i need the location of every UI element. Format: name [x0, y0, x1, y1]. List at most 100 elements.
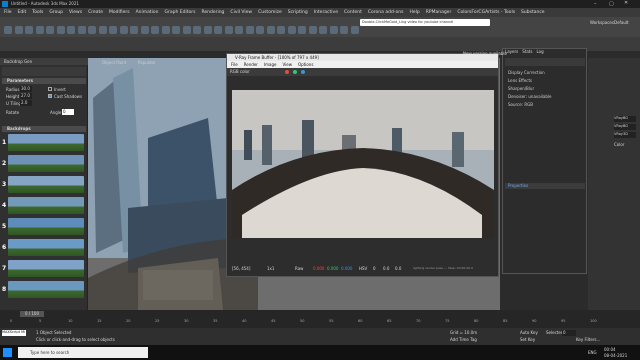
toolbar-button[interactable]: [182, 26, 191, 34]
red-channel-icon[interactable]: [285, 70, 289, 74]
maxscript-listener[interactable]: MAXScript Mi: [2, 330, 26, 336]
menu-item[interactable]: Create: [88, 10, 103, 15]
toolbar-button[interactable]: [56, 26, 65, 34]
backdrop-thumbnail[interactable]: [8, 134, 84, 151]
set-key-button[interactable]: Set Key: [520, 337, 535, 342]
menu-item[interactable]: Corona add-ons: [368, 10, 404, 15]
toolbar-button[interactable]: [298, 26, 306, 34]
menu-item[interactable]: Rendering: [201, 10, 224, 15]
toolbar-button[interactable]: [161, 26, 170, 34]
toolbar-button[interactable]: [256, 26, 264, 34]
close-button[interactable]: ✕: [624, 0, 634, 8]
toolbar-button[interactable]: [203, 26, 212, 34]
toolbar-button[interactable]: [193, 26, 201, 34]
height-field[interactable]: 27.0: [20, 93, 32, 99]
toolbar-button[interactable]: [119, 26, 128, 34]
toolbar-button[interactable]: [329, 26, 338, 34]
toolbar-button[interactable]: [277, 26, 285, 34]
toolbar-button[interactable]: [350, 26, 359, 34]
menu-item[interactable]: File: [4, 10, 12, 15]
cmd-field-3[interactable]: VRay3D: [614, 132, 636, 138]
menu-item[interactable]: Substance: [521, 10, 545, 15]
sample-mode[interactable]: 1x1: [267, 266, 274, 271]
frame-field[interactable]: 0: [562, 330, 576, 336]
auto-key-button[interactable]: Auto Key: [520, 330, 538, 335]
backdrops-header[interactable]: Backdrops: [2, 126, 86, 132]
layer-item[interactable]: Denoiser: unavailable: [505, 93, 585, 101]
backdrop-thumbnail[interactable]: [8, 218, 84, 235]
layer-item[interactable]: Lens Effects: [505, 77, 585, 85]
toolbar-button[interactable]: [35, 26, 44, 34]
key-filters-button[interactable]: Key Filters...: [576, 337, 600, 342]
cmd-field-1[interactable]: VRayBG: [614, 116, 636, 122]
toolbar-button[interactable]: [245, 26, 254, 34]
cast-shadows-checkbox[interactable]: [48, 94, 52, 98]
backdrop-thumbnail[interactable]: [8, 155, 84, 172]
toolbar-button[interactable]: [88, 26, 96, 34]
toolbar-button[interactable]: [67, 26, 75, 34]
clock-date[interactable]: 08-04-2021: [604, 353, 627, 358]
vfb-menu-item[interactable]: Image: [264, 61, 277, 68]
vfb-menu-item[interactable]: File: [231, 61, 238, 68]
toolbar-button[interactable]: [224, 26, 233, 34]
menu-item[interactable]: Views: [69, 10, 82, 15]
layer-tab[interactable]: Layers: [505, 49, 518, 56]
vfb-menu-item[interactable]: Render: [244, 61, 258, 68]
menu-item[interactable]: Graph Editors: [165, 10, 196, 15]
tiling-field[interactable]: 2.0: [20, 100, 32, 106]
toolbar-button[interactable]: [319, 26, 327, 34]
layer-item[interactable]: Display Correction: [505, 69, 585, 77]
menu-item[interactable]: RPManager: [426, 10, 452, 15]
time-slider[interactable]: 0 / 100: [20, 311, 44, 317]
toolbar-button[interactable]: [287, 26, 296, 34]
toolbar-button[interactable]: [235, 26, 243, 34]
parameters-header[interactable]: Parameters: [2, 78, 86, 84]
menu-item[interactable]: Scripting: [288, 10, 308, 15]
menu-item[interactable]: Help: [409, 10, 419, 15]
toolbar-button[interactable]: [140, 26, 149, 34]
radius-field[interactable]: 30.0: [20, 86, 32, 92]
minimize-button[interactable]: –: [594, 1, 604, 7]
invert-checkbox[interactable]: [48, 87, 52, 91]
channel-dropdown[interactable]: RGB color: [227, 69, 250, 74]
menu-item[interactable]: ColorsForCGArtists - Tools: [457, 10, 515, 15]
toolbar-button[interactable]: [308, 26, 317, 34]
green-channel-icon[interactable]: [293, 70, 297, 74]
render-image[interactable]: [232, 90, 494, 238]
toolbar-button[interactable]: [151, 26, 159, 34]
layer-tab[interactable]: Stats: [522, 49, 532, 56]
layer-item[interactable]: Sharpen/Blur: [505, 85, 585, 93]
toolbar-button[interactable]: [98, 26, 107, 34]
angle-field[interactable]: 0: [62, 109, 74, 115]
timeline[interactable]: 0 / 100 0 5 10 15 20 25 30 35 40 45 50 55 60 65 70 75 80…: [0, 310, 640, 328]
toolbar-button[interactable]: [46, 26, 54, 34]
add-time-tag[interactable]: Add Time Tag: [450, 337, 477, 342]
toolbar-button[interactable]: [14, 26, 23, 34]
menu-item[interactable]: Animation: [136, 10, 159, 15]
menu-item[interactable]: Edit: [18, 10, 27, 15]
layer-item[interactable]: Source: RGB: [505, 101, 585, 109]
toolbar-button[interactable]: [172, 26, 180, 34]
workspace-dropdown[interactable]: Default: [614, 20, 629, 25]
toolbar-button[interactable]: [4, 26, 12, 34]
toolbar-button[interactable]: [340, 26, 348, 34]
layer-tab[interactable]: Log: [536, 49, 543, 56]
vfb-menu-item[interactable]: View: [282, 61, 292, 68]
populate-label[interactable]: Populate: [138, 60, 155, 65]
cmd-field-2[interactable]: VRayBG: [614, 124, 636, 130]
toolbar-button[interactable]: [25, 26, 33, 34]
windows-start-icon[interactable]: [3, 348, 12, 357]
menu-item[interactable]: Civil View: [230, 10, 252, 15]
backdrop-thumbnail[interactable]: [8, 260, 84, 277]
toolbar-button[interactable]: [109, 26, 117, 34]
toolbar-button[interactable]: [130, 26, 138, 34]
backdrop-thumbnail[interactable]: [8, 176, 84, 193]
language-indicator[interactable]: ENG: [588, 350, 597, 355]
blue-channel-icon[interactable]: [301, 70, 305, 74]
menu-item[interactable]: Interactive: [314, 10, 338, 15]
backdrop-thumbnail[interactable]: [8, 197, 84, 214]
vfb-menu-item[interactable]: Options: [298, 61, 313, 68]
maximize-button[interactable]: ▢: [609, 1, 619, 7]
menu-item[interactable]: Group: [49, 10, 63, 15]
toolbar-button[interactable]: [214, 26, 222, 34]
